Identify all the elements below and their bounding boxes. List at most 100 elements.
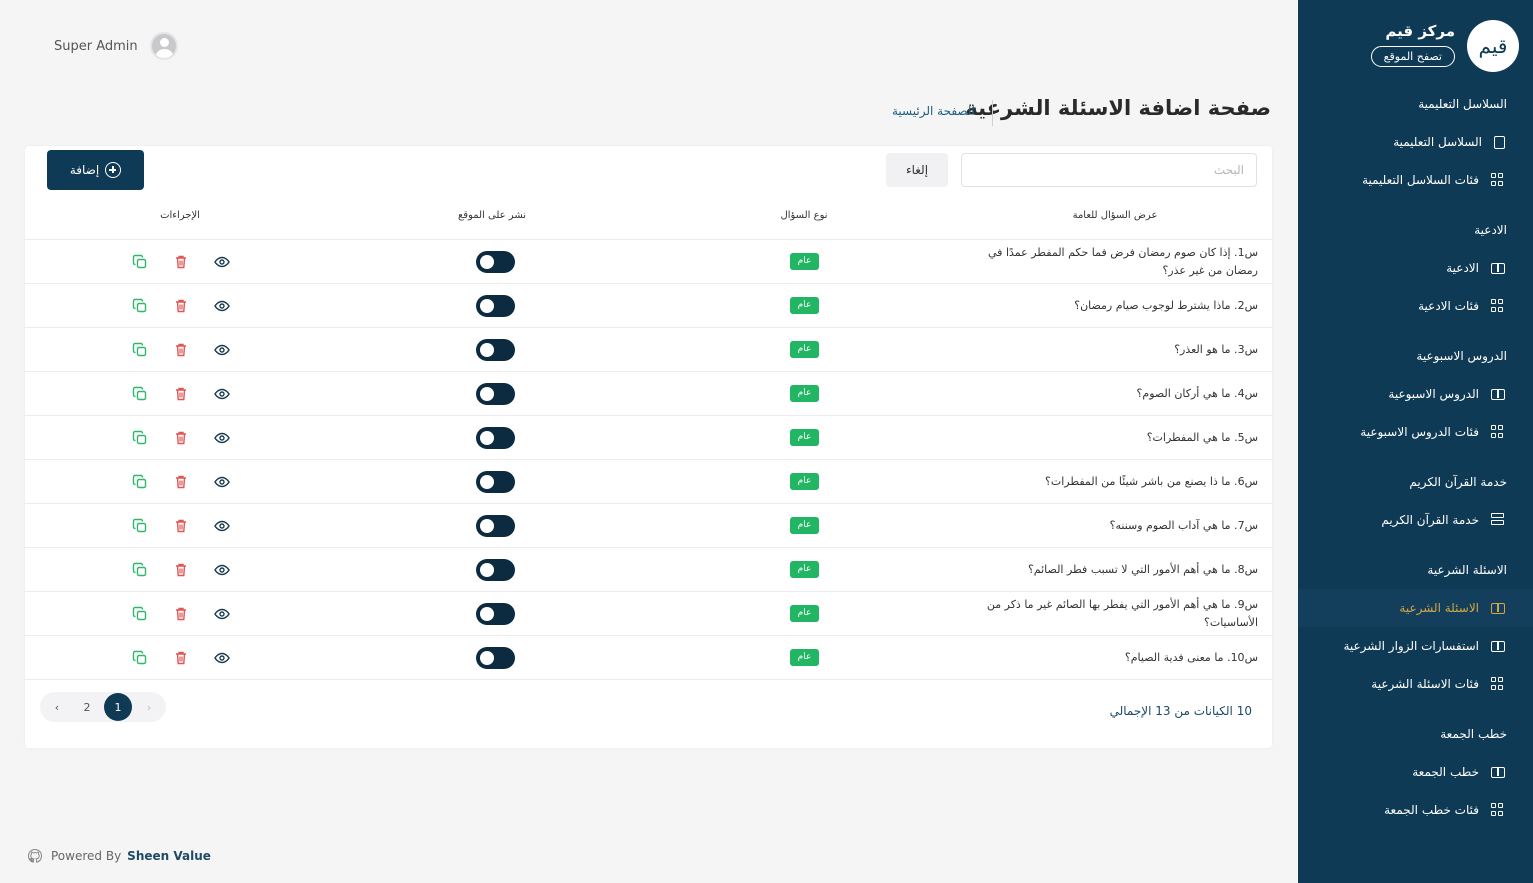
- book-icon: [1491, 602, 1505, 614]
- user-menu[interactable]: Super Admin: [54, 32, 178, 60]
- sidebar-item[interactable]: استفسارات الزوار الشرعية: [1298, 627, 1533, 665]
- cancel-button[interactable]: إلغاء: [886, 153, 948, 187]
- eye-icon[interactable]: [214, 606, 230, 622]
- sidebar-section-title: الادعية: [1474, 223, 1507, 237]
- eye-icon[interactable]: [214, 474, 230, 490]
- table-row: س6. ما ذا يصنع من باشر شيئًا من المفطرات…: [25, 460, 1272, 504]
- copy-icon[interactable]: [132, 518, 148, 534]
- eye-icon[interactable]: [214, 298, 230, 314]
- trash-icon[interactable]: [173, 562, 189, 578]
- trash-icon[interactable]: [173, 606, 189, 622]
- copy-icon[interactable]: [132, 650, 148, 666]
- question-type-badge: عام: [790, 429, 819, 446]
- table-row: س9. ما هي أهم الأمور التي يفطر بها الصائ…: [25, 592, 1272, 636]
- table-row: س5. ما هي المفطرات؟ عام: [25, 416, 1272, 460]
- sidebar-item[interactable]: الدروس الاسبوعية: [1298, 375, 1533, 413]
- question-type-badge: عام: [790, 385, 819, 402]
- publish-toggle[interactable]: [476, 339, 515, 361]
- pagination-page-1[interactable]: 1: [104, 693, 132, 721]
- publish-toggle[interactable]: [476, 383, 515, 405]
- trash-icon[interactable]: [173, 430, 189, 446]
- question-text: س9. ما هي أهم الأمور التي يفطر بها الصائ…: [986, 598, 1258, 629]
- pagination: ‹ 2 1 ›: [40, 692, 166, 722]
- publish-toggle[interactable]: [476, 251, 515, 273]
- copy-icon[interactable]: [132, 386, 148, 402]
- user-name: Super Admin: [54, 38, 138, 54]
- company-link[interactable]: Sheen Value: [127, 849, 211, 863]
- trash-icon[interactable]: [173, 298, 189, 314]
- pagination-total: 10 الكيانات من 13 الإجمالي: [1109, 704, 1252, 718]
- sidebar-item-label: خطب الجمعة: [1412, 765, 1479, 779]
- publish-toggle[interactable]: [476, 471, 515, 493]
- eye-icon[interactable]: [214, 562, 230, 578]
- question-type-badge: عام: [790, 561, 819, 578]
- publish-toggle[interactable]: [476, 427, 515, 449]
- copy-icon[interactable]: [132, 298, 148, 314]
- sidebar-section-title: خطب الجمعة: [1440, 727, 1507, 741]
- browse-site-button[interactable]: تصفح الموقع: [1370, 46, 1455, 67]
- question-text: س7. ما هي آداب الصوم وسننه؟: [1109, 519, 1258, 532]
- question-type-badge: عام: [790, 605, 819, 622]
- questions-card: إلغاء إضافة عرض السؤال للعامة نوع السؤال…: [25, 146, 1272, 748]
- sidebar-item[interactable]: الاسئلة الشرعية: [1298, 589, 1533, 627]
- add-button[interactable]: إضافة: [47, 150, 144, 190]
- eye-icon[interactable]: [214, 518, 230, 534]
- eye-icon[interactable]: [214, 430, 230, 446]
- sidebar: قيم مركز قيم تصفح الموقع السلاسل التعليم…: [1298, 0, 1533, 883]
- sidebar-section-title: السلاسل التعليمية: [1418, 97, 1507, 111]
- copy-icon[interactable]: [132, 430, 148, 446]
- trash-icon[interactable]: [173, 474, 189, 490]
- sidebar-item-label: الاسئلة الشرعية: [1399, 601, 1479, 615]
- table-row: س4. ما هي أركان الصوم؟ عام: [25, 372, 1272, 416]
- grid-icon: [1491, 173, 1505, 187]
- copy-icon[interactable]: [132, 254, 148, 270]
- eye-icon[interactable]: [214, 254, 230, 270]
- sidebar-item[interactable]: فئات الاسئلة الشرعية: [1298, 665, 1533, 703]
- trash-icon[interactable]: [173, 386, 189, 402]
- sidebar-item[interactable]: خطب الجمعة: [1298, 753, 1533, 791]
- sidebar-item-label: الدروس الاسبوعية: [1388, 387, 1479, 401]
- column-header-publish: نشر على الموقع: [457, 210, 527, 221]
- avatar[interactable]: [149, 32, 178, 60]
- sidebar-item[interactable]: الادعية: [1298, 249, 1533, 287]
- question-type-badge: عام: [790, 297, 819, 314]
- publish-toggle[interactable]: [476, 295, 515, 317]
- sidebar-item-label: فئات السلاسل التعليمية: [1362, 173, 1479, 187]
- pagination-page-2[interactable]: 2: [74, 694, 100, 720]
- copy-icon[interactable]: [132, 342, 148, 358]
- copy-icon[interactable]: [132, 562, 148, 578]
- sidebar-item[interactable]: خدمة القرآن الكريم: [1298, 501, 1533, 539]
- book-icon: [1491, 640, 1505, 652]
- publish-toggle[interactable]: [476, 647, 515, 669]
- eye-icon[interactable]: [214, 386, 230, 402]
- copy-icon[interactable]: [132, 606, 148, 622]
- eye-icon[interactable]: [214, 342, 230, 358]
- publish-toggle[interactable]: [476, 603, 515, 625]
- table-row: س10. ما معنى فدية الصيام؟ عام: [25, 636, 1272, 680]
- brand: قيم مركز قيم تصفح الموقع: [1370, 20, 1519, 72]
- sidebar-item[interactable]: فئات السلاسل التعليمية: [1298, 161, 1533, 199]
- sidebar-item[interactable]: فئات الادعية: [1298, 287, 1533, 325]
- trash-icon[interactable]: [173, 518, 189, 534]
- question-type-badge: عام: [790, 517, 819, 534]
- search-input[interactable]: [961, 153, 1257, 187]
- grid-icon: [1491, 299, 1505, 313]
- grid-icon: [1491, 425, 1505, 439]
- pagination-next[interactable]: ›: [136, 694, 162, 720]
- sidebar-item[interactable]: فئات الدروس الاسبوعية: [1298, 413, 1533, 451]
- copy-icon[interactable]: [132, 474, 148, 490]
- sidebar-item-label: فئات خطب الجمعة: [1384, 803, 1479, 817]
- trash-icon[interactable]: [173, 254, 189, 270]
- pagination-prev[interactable]: ‹: [44, 694, 70, 720]
- sidebar-item[interactable]: السلاسل التعليمية: [1298, 123, 1533, 161]
- sidebar-nav: السلاسل التعليمية السلاسل التعليمية فئات ا…: [1298, 86, 1533, 829]
- sidebar-item[interactable]: فئات خطب الجمعة: [1298, 791, 1533, 829]
- breadcrumb-home-link[interactable]: الصفحة الرئيسية: [892, 104, 975, 118]
- publish-toggle[interactable]: [476, 559, 515, 581]
- eye-icon[interactable]: [214, 650, 230, 666]
- trash-icon[interactable]: [173, 650, 189, 666]
- logo[interactable]: قيم: [1467, 20, 1519, 72]
- trash-icon[interactable]: [173, 342, 189, 358]
- publish-toggle[interactable]: [476, 515, 515, 537]
- table-row: س7. ما هي آداب الصوم وسننه؟ عام: [25, 504, 1272, 548]
